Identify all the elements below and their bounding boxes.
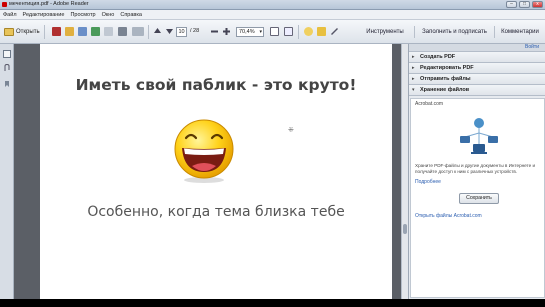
highlight-icon[interactable] (317, 27, 326, 36)
edit-icon[interactable] (65, 27, 74, 36)
window-controls: – □ x (506, 1, 543, 8)
store-files-description: Храните PDF-файлы и другие документы в И… (415, 163, 536, 174)
laughing-smiley-icon (174, 119, 234, 183)
minimize-button[interactable]: – (506, 1, 517, 8)
open-label: Открыть (16, 29, 40, 35)
sticky-note-icon[interactable] (304, 27, 313, 36)
save-icon[interactable] (78, 27, 87, 36)
toolbar-separator (298, 25, 299, 39)
section-label: Хранение файлов (420, 87, 470, 93)
close-button[interactable]: x (532, 1, 543, 8)
attachments-icon[interactable] (3, 63, 11, 72)
save-button[interactable]: Сохранить (459, 193, 499, 204)
adobe-reader-icon (2, 2, 7, 7)
chevron-down-icon: ▾ (259, 29, 262, 35)
fit-width-icon[interactable] (284, 27, 293, 36)
section-label: Отправить файлы (420, 76, 471, 82)
tab-fill-and-sign[interactable]: Заполнить и подписать (414, 26, 494, 38)
email-icon[interactable] (104, 27, 113, 36)
section-label: Создать PDF (420, 54, 456, 60)
open-button[interactable]: Открыть (4, 26, 40, 38)
prev-page-icon[interactable] (153, 27, 162, 36)
section-send-files[interactable]: ▸ Отправить файлы (409, 74, 545, 85)
comment-icon[interactable] (132, 27, 144, 36)
move-cursor-icon: ⁜ (288, 127, 294, 134)
tab-comments[interactable]: Комментарии (494, 26, 545, 38)
toolbar-separator (148, 25, 149, 39)
vertical-scrollbar[interactable] (401, 44, 408, 299)
tools-pane-header: Войти (409, 44, 545, 52)
pdf-page: Иметь свой паблик - это круто! ⁜ Особенн… (40, 44, 392, 299)
zoom-select[interactable]: 70,4% ▾ (236, 27, 264, 37)
tab-tools[interactable]: Инструменты (358, 26, 412, 38)
page-heading: Иметь свой паблик - это круто! (75, 76, 357, 94)
fit-page-icon[interactable] (270, 27, 279, 36)
bottom-bar (0, 299, 545, 307)
section-store-files[interactable]: ▾ Хранение файлов (409, 85, 545, 96)
cloud-devices-icon (460, 118, 498, 154)
toolbar: Открыть 10 / 28 70,4% ▾ Инструменты Запо… (0, 20, 545, 44)
folder-icon (4, 28, 14, 36)
tools-pane: Войти ▸ Создать PDF ▸ Редактировать PDF … (408, 44, 545, 299)
page-total: / 28 (190, 28, 200, 34)
save-button-label: Сохранить (466, 195, 492, 201)
section-edit-pdf[interactable]: ▸ Редактировать PDF (409, 63, 545, 74)
title-bar: мечентиция.pdf - Adobe Reader – □ x (0, 0, 545, 10)
open-acrobat-files-link[interactable]: Открыть файлы Acrobat.com (415, 213, 482, 219)
acrobat-com-brand: Acrobat.com (415, 101, 444, 107)
page-thumbnails-icon[interactable] (3, 50, 11, 58)
window-title: мечентиция.pdf - Adobe Reader (9, 1, 89, 7)
menu-bar: Файл Редактирование Просмотр Окно Справк… (0, 10, 545, 20)
menu-edit[interactable]: Редактирование (23, 12, 65, 18)
scrollbar-thumb[interactable] (403, 224, 407, 234)
menu-help[interactable]: Справка (120, 12, 142, 18)
create-pdf-icon[interactable] (52, 27, 61, 36)
bookmark-icon[interactable] (3, 80, 11, 88)
learn-more-link[interactable]: Подробнее (415, 179, 441, 185)
menu-window[interactable]: Окно (102, 12, 115, 18)
next-page-icon[interactable] (165, 27, 174, 36)
collapse-arrow-icon: ▾ (412, 87, 415, 93)
store-files-panel: Acrobat.com Храните PDF-файлы и другие д… (410, 98, 545, 298)
page-subtext: Особенно, когда тема близка тебе (87, 204, 345, 220)
toolbar-separator (44, 25, 45, 39)
zoom-out-icon[interactable] (210, 27, 219, 36)
zoom-in-icon[interactable] (222, 27, 231, 36)
section-label: Редактировать PDF (420, 65, 474, 71)
menu-view[interactable]: Просмотр (70, 12, 95, 18)
document-viewer[interactable]: Иметь свой паблик - это круто! ⁜ Особенн… (14, 44, 401, 299)
zoom-value: 70,4% (239, 29, 255, 35)
navigation-pane (0, 44, 14, 299)
cloud-icon[interactable] (91, 27, 100, 36)
expand-arrow-icon: ▸ (412, 76, 415, 82)
expand-arrow-icon: ▸ (412, 65, 415, 71)
page-number-input[interactable]: 10 (176, 27, 187, 37)
maximize-button[interactable]: □ (519, 1, 530, 8)
section-create-pdf[interactable]: ▸ Создать PDF (409, 52, 545, 63)
sign-icon[interactable] (330, 27, 339, 36)
sign-in-link[interactable]: Войти (525, 44, 539, 50)
expand-arrow-icon: ▸ (412, 54, 415, 60)
menu-file[interactable]: Файл (3, 12, 17, 18)
print-icon[interactable] (118, 27, 127, 36)
